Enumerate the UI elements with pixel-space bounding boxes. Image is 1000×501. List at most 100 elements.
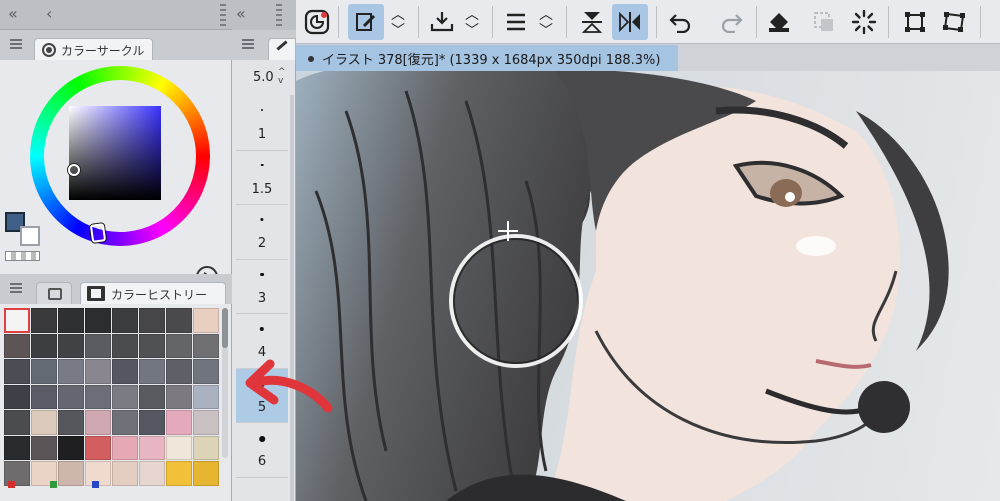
history-swatch[interactable] <box>85 308 111 333</box>
history-swatch[interactable] <box>166 308 192 333</box>
stepper-icon[interactable]: ︿ ﹀ <box>534 4 558 40</box>
history-swatch[interactable] <box>112 333 138 358</box>
fill-tool-icon[interactable] <box>348 4 384 40</box>
history-swatch[interactable] <box>31 435 57 460</box>
history-swatch[interactable] <box>139 384 165 409</box>
history-swatch[interactable] <box>31 308 57 333</box>
selection-layer-icon[interactable] <box>808 4 840 40</box>
panel-menu-icon[interactable] <box>10 283 22 293</box>
chevron-left-icon[interactable]: ‹ <box>46 4 52 23</box>
brush-size-value[interactable]: 5.0 <box>253 70 274 85</box>
history-swatch[interactable] <box>31 333 57 358</box>
history-swatch[interactable] <box>139 359 165 384</box>
brush-size-item[interactable]: 6 <box>236 423 288 478</box>
document-tab[interactable]: イラスト 378[復元]* (1339 x 1684px 350dpi 188.… <box>296 45 678 71</box>
brush-size-item[interactable]: 1 <box>236 96 288 151</box>
sv-picker-cursor[interactable] <box>68 164 80 176</box>
sub-color-swatch[interactable] <box>20 226 40 246</box>
brush-size-item[interactable]: 3 <box>236 260 288 314</box>
history-swatch[interactable] <box>31 359 57 384</box>
history-swatch[interactable] <box>58 384 84 409</box>
transform-icon[interactable] <box>938 4 970 40</box>
history-swatch[interactable] <box>4 333 30 358</box>
history-swatch[interactable] <box>85 384 111 409</box>
history-swatch[interactable] <box>193 308 219 333</box>
history-swatch[interactable] <box>112 410 138 435</box>
redo-icon[interactable] <box>716 4 748 40</box>
history-swatch[interactable] <box>193 410 219 435</box>
crop-icon[interactable] <box>900 4 930 40</box>
history-swatch[interactable] <box>193 359 219 384</box>
mini-color-swatch[interactable] <box>8 481 15 488</box>
history-swatch[interactable] <box>166 359 192 384</box>
stepper-icon[interactable]: ︿ ﹀ <box>460 4 484 40</box>
history-swatch[interactable] <box>166 435 192 460</box>
history-swatch[interactable] <box>4 384 30 409</box>
history-swatch[interactable] <box>58 461 84 486</box>
panel-grip[interactable] <box>220 4 226 26</box>
tab-color-set[interactable] <box>36 282 72 304</box>
collapse-panel-icon[interactable]: « <box>8 4 18 23</box>
saturation-value-square[interactable] <box>69 106 161 200</box>
tab-brush-size[interactable] <box>268 38 296 60</box>
flip-vertical-icon[interactable] <box>576 4 608 40</box>
collapse-panel-icon[interactable]: « <box>236 4 246 23</box>
history-swatch[interactable] <box>58 359 84 384</box>
selection-spinner-icon[interactable] <box>848 4 880 40</box>
history-swatch[interactable] <box>31 410 57 435</box>
history-swatch[interactable] <box>58 308 84 333</box>
history-swatch[interactable] <box>112 359 138 384</box>
history-swatch[interactable] <box>85 435 111 460</box>
history-swatch[interactable] <box>58 333 84 358</box>
history-swatch[interactable] <box>139 308 165 333</box>
history-swatch[interactable] <box>166 384 192 409</box>
history-swatch[interactable] <box>58 410 84 435</box>
history-scrollbar[interactable] <box>222 308 228 458</box>
history-swatch[interactable] <box>4 359 30 384</box>
history-swatch[interactable] <box>85 333 111 358</box>
history-swatch[interactable] <box>139 461 165 486</box>
history-swatch[interactable] <box>139 410 165 435</box>
history-swatch[interactable] <box>166 410 192 435</box>
history-swatch[interactable] <box>139 435 165 460</box>
app-logo-icon[interactable] <box>302 4 332 40</box>
tab-color-history[interactable]: カラーヒストリー <box>80 282 226 304</box>
history-swatch[interactable] <box>4 410 30 435</box>
history-swatch[interactable] <box>193 461 219 486</box>
brush-size-item[interactable]: 2 <box>236 205 288 260</box>
history-swatch[interactable] <box>139 333 165 358</box>
panel-menu-icon[interactable] <box>10 39 22 49</box>
history-swatch[interactable] <box>166 461 192 486</box>
stepper-icon[interactable]: ︿ ﹀ <box>386 4 410 40</box>
drawing-canvas[interactable] <box>296 71 1000 501</box>
transparent-color-swatch[interactable] <box>5 251 40 261</box>
fill-bucket-icon[interactable] <box>762 4 796 40</box>
history-swatch[interactable] <box>31 384 57 409</box>
mini-color-swatch[interactable] <box>50 481 57 488</box>
mini-color-swatch[interactable] <box>92 481 99 488</box>
brush-size-item[interactable]: 1.5 <box>236 151 288 205</box>
history-swatch[interactable] <box>166 333 192 358</box>
history-swatch[interactable] <box>112 384 138 409</box>
undo-icon[interactable] <box>664 4 696 40</box>
history-swatch[interactable] <box>112 461 138 486</box>
history-swatch[interactable] <box>193 333 219 358</box>
panel-grip[interactable] <box>276 4 282 26</box>
flip-horizontal-icon[interactable] <box>612 4 648 40</box>
panel-menu-icon[interactable] <box>242 39 254 49</box>
history-swatch[interactable] <box>193 435 219 460</box>
history-swatch[interactable] <box>85 359 111 384</box>
history-swatch[interactable] <box>112 435 138 460</box>
brush-size-scrollbar[interactable] <box>290 95 294 501</box>
history-swatch[interactable] <box>4 435 30 460</box>
hue-picker-cursor[interactable] <box>89 223 107 243</box>
history-swatch[interactable] <box>193 384 219 409</box>
menu-lines-icon[interactable] <box>500 4 532 40</box>
tab-color-circle[interactable]: カラーサークル <box>34 38 154 60</box>
history-swatch[interactable] <box>85 410 111 435</box>
history-swatch[interactable] <box>58 435 84 460</box>
size-stepper-icon[interactable]: ^ v <box>278 68 290 88</box>
history-swatch[interactable] <box>112 308 138 333</box>
save-tray-icon[interactable] <box>424 4 460 40</box>
history-swatch[interactable] <box>4 308 30 333</box>
